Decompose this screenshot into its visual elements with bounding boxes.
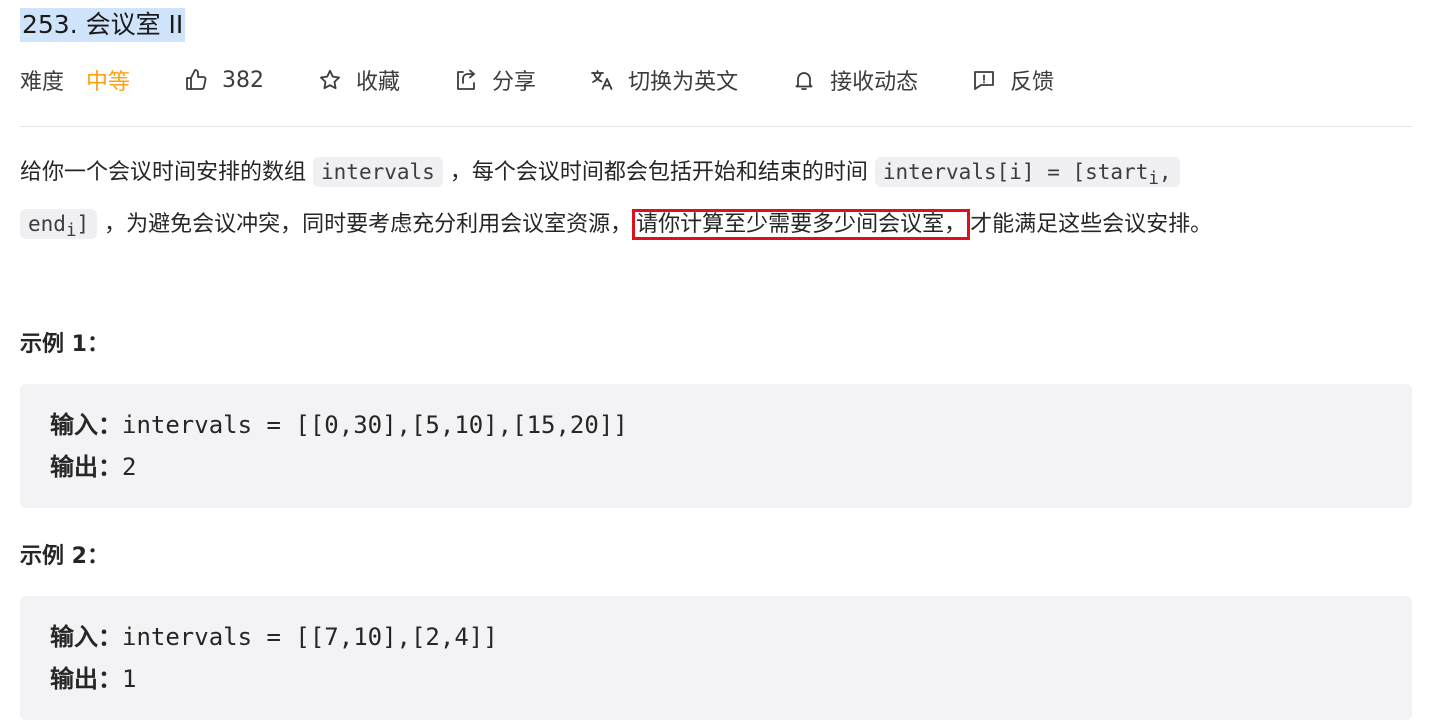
example-block: 输入：intervals = [[7,10],[2,4]] 输出：1 <box>20 596 1412 720</box>
problem-description: 给你一个会议时间安排的数组 intervals ，每个会议时间都会包括开始和结束… <box>20 150 1415 254</box>
example-input: 输入：intervals = [[7,10],[2,4]] <box>50 623 498 651</box>
description-text: 给你一个会议时间安排的数组 <box>20 160 307 185</box>
description-text: 才能满足这些会议安排。 <box>970 212 1213 238</box>
example-title: 示例 2： <box>20 544 109 569</box>
translate-button[interactable]: 切换为英文 <box>590 64 738 96</box>
feedback-button[interactable]: 反馈 <box>972 64 1054 96</box>
example-output: 输出：1 <box>50 665 137 693</box>
share-label: 分享 <box>492 70 537 95</box>
problem-title: 253. 会议室 II <box>20 8 186 42</box>
difficulty-value: 中等 <box>86 70 131 95</box>
share-icon <box>457 69 475 90</box>
star-icon <box>320 69 341 90</box>
difficulty: 难度 中等 <box>20 64 130 96</box>
example-title: 示例 1： <box>20 332 109 357</box>
difficulty-label: 难度 <box>20 70 65 95</box>
bell-icon <box>795 72 813 90</box>
description-text: ，每个会议时间都会包括开始和结束的时间 <box>449 160 868 185</box>
favorite-button[interactable]: 收藏 <box>318 64 400 96</box>
inline-code: intervals[i] = [starti, <box>874 157 1180 189</box>
inline-code: intervals <box>313 157 443 187</box>
notify-button[interactable]: 接收动态 <box>792 64 918 96</box>
example-output: 输出：2 <box>50 453 137 481</box>
example-block: 输入：intervals = [[0,30],[5,10],[15,20]] 输… <box>20 384 1412 508</box>
feedback-icon <box>974 71 994 90</box>
share-button[interactable]: 分享 <box>454 64 536 96</box>
problem-meta-bar: 难度 中等 382 收藏 分享 切换为英文 接收动态 反馈 <box>20 60 1108 100</box>
example-input: 输入：intervals = [[0,30],[5,10],[15,20]] <box>50 411 628 439</box>
description-text: ，为避免会议冲突，同时要考虑充分利用会议室资源， <box>104 212 633 238</box>
translate-icon <box>591 70 613 90</box>
favorite-label: 收藏 <box>356 70 401 95</box>
feedback-label: 反馈 <box>1010 70 1055 95</box>
divider <box>20 126 1412 127</box>
like-button[interactable]: 382 <box>184 68 264 93</box>
highlighted-sentence: 请你计算至少需要多少间会议室， <box>632 209 971 241</box>
inline-code: endi] <box>20 209 98 241</box>
notify-label: 接收动态 <box>830 70 919 95</box>
like-count: 382 <box>222 67 265 93</box>
thumbs-up-icon <box>186 69 207 90</box>
translate-label: 切换为英文 <box>628 70 739 95</box>
